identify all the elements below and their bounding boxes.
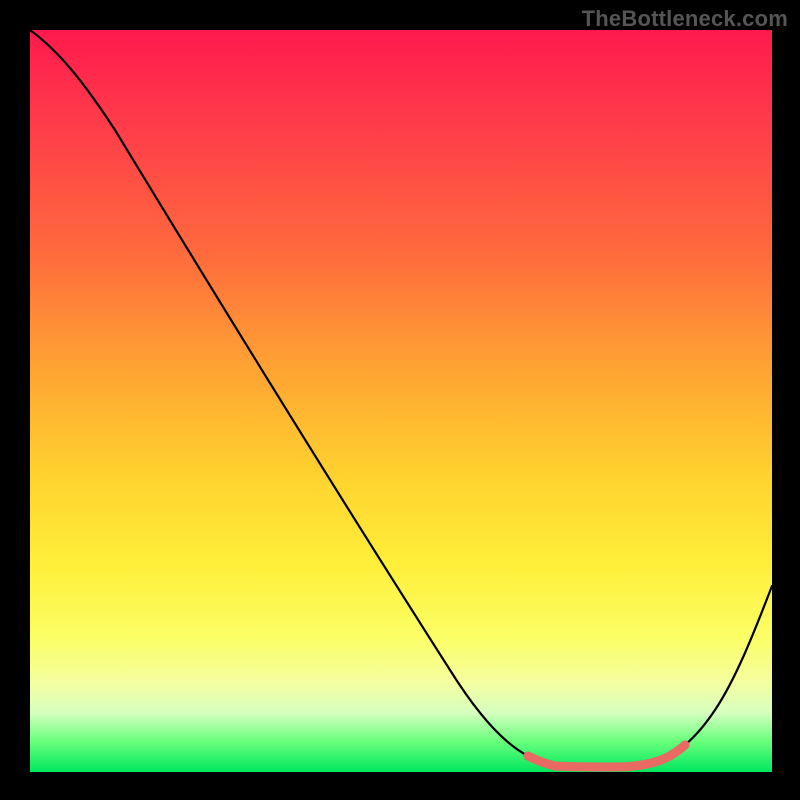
accent-dot: [579, 764, 586, 771]
accent-dot: [627, 762, 634, 769]
accent-dot: [532, 756, 539, 763]
accent-dot: [603, 764, 610, 771]
bottleneck-curve: [30, 30, 772, 767]
accent-dot: [651, 758, 658, 765]
accent-dot: [639, 761, 646, 768]
plot-area: [30, 30, 772, 772]
accent-dot: [555, 762, 562, 769]
accent-dot: [615, 763, 622, 770]
accent-dot: [543, 760, 550, 767]
accent-dot: [591, 764, 598, 771]
watermark-text: TheBottleneck.com: [582, 6, 788, 32]
accent-dot: [663, 755, 670, 762]
chart-wrapper: TheBottleneck.com: [0, 0, 800, 800]
accent-dot: [567, 763, 574, 770]
chart-svg: [30, 30, 772, 772]
accent-dot: [675, 749, 682, 756]
